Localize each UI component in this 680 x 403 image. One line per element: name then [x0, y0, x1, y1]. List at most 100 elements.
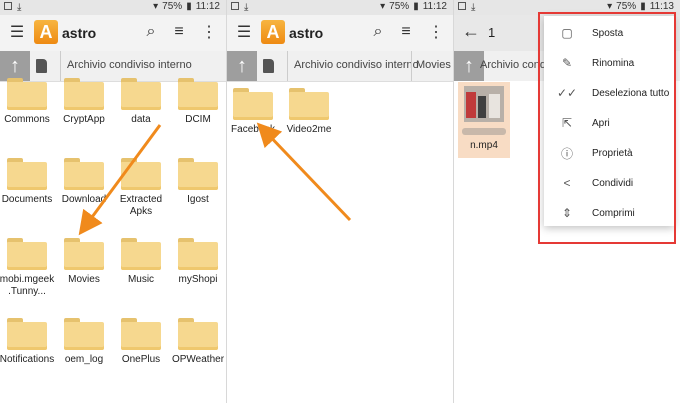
back-arrow-icon[interactable]: ←: [462, 21, 480, 42]
status-bar: ⤓ ▾ 75% ▮ 11:13: [454, 0, 680, 15]
astro-logo-icon: A: [34, 20, 58, 44]
crumb-divider: [411, 51, 412, 81]
folder-item-oneplus[interactable]: OnePlus: [113, 318, 169, 366]
open-external-icon: ⇱: [561, 116, 573, 130]
folder-item-extracted-apks[interactable]: Extracted Apks: [113, 158, 169, 218]
battery-icon: ▮: [413, 1, 419, 12]
breadcrumb-storage[interactable]: Archivio condiviso interno: [294, 59, 419, 71]
folder-icon: [7, 318, 47, 350]
up-arrow-icon[interactable]: ↑: [227, 51, 257, 81]
folder-icon: [233, 88, 273, 120]
selection-count: 1: [488, 25, 496, 40]
folder-icon: [178, 78, 218, 110]
notification-icon: [231, 2, 239, 10]
folder-label: Commons: [4, 114, 50, 125]
download-icon: ⤓: [244, 2, 249, 13]
folder-item-opweather[interactable]: OPWeather: [170, 318, 226, 366]
folder-grid: Commons CryptApp data DCIM Documents Download…: [0, 78, 226, 403]
folder-icon: [178, 238, 218, 270]
filter-icon[interactable]: ≡: [168, 21, 190, 43]
app-title: astro: [62, 25, 97, 41]
folder-item-download[interactable]: Download: [56, 158, 112, 206]
battery-icon: ▮: [186, 1, 192, 12]
notification-icon: [458, 2, 466, 10]
video-thumbnail: [464, 86, 504, 122]
selected-file[interactable]: n.mp4: [458, 82, 510, 158]
app-bar: ☰ A astro ⌕ ≡ ⋮: [227, 15, 453, 51]
folder-label: data: [131, 114, 151, 125]
menu-item-label: Sposta: [592, 27, 624, 39]
folder-item-data[interactable]: data: [113, 78, 169, 126]
folder-item-commons[interactable]: Commons: [0, 78, 55, 126]
blurred-filename: [462, 128, 506, 135]
menu-item-label: Rinomina: [592, 57, 635, 69]
wifi-icon: ▾: [153, 1, 159, 12]
battery-label: 75%: [616, 1, 637, 12]
app-title: astro: [289, 25, 324, 41]
folder-icon: [7, 78, 47, 110]
folder-label: Notifications: [0, 354, 55, 365]
filter-icon[interactable]: ≡: [395, 21, 417, 43]
folder-label: Igost: [187, 194, 209, 205]
menu-item-label: Comprimi: [592, 207, 635, 219]
info-icon: ⓘ: [560, 146, 573, 161]
folder-item-facebook[interactable]: Facebook: [227, 88, 281, 136]
breadcrumb-movies[interactable]: Movies: [416, 59, 451, 71]
folder-label: Download: [61, 194, 107, 205]
more-options-icon[interactable]: ⋮: [198, 21, 220, 43]
crumb-divider: [60, 51, 61, 81]
folder-item-documents[interactable]: Documents: [0, 158, 55, 206]
search-icon[interactable]: ⌕: [367, 21, 389, 43]
path-bar: ↑ Archivio condiviso interno Movies: [227, 51, 453, 82]
folder-icon: [121, 318, 161, 350]
clock: 11:12: [422, 1, 447, 12]
folder-label: myShopi: [178, 274, 218, 285]
hamburger-menu-icon[interactable]: ☰: [6, 21, 28, 43]
folder-label: Movies: [68, 274, 100, 285]
folder-icon: [7, 158, 47, 190]
context-menu: ▢ Sposta ✎ Rinomina ✓✓ Deseleziona tutto ⇱ Apri…: [544, 16, 674, 226]
folder-item-mobi-mgeek-tunny[interactable]: mobi.mgeek.Tunny...: [0, 238, 55, 298]
menu-item-deseleziona-tutto[interactable]: ✓✓ Deseleziona tutto: [544, 78, 674, 108]
folder-label: OnePlus: [121, 354, 161, 365]
clock: 11:12: [195, 1, 220, 12]
folder-item-myshopi[interactable]: myShopi: [170, 238, 226, 286]
folder-item-cryptapp[interactable]: CryptApp: [56, 78, 112, 126]
folder-item-igost[interactable]: Igost: [170, 158, 226, 206]
folder-item-dcim[interactable]: DCIM: [170, 78, 226, 126]
menu-item-sposta[interactable]: ▢ Sposta: [544, 18, 674, 48]
folder-label: mobi.mgeek.Tunny...: [0, 274, 55, 297]
folder-icon: [289, 88, 329, 120]
battery-icon: ▮: [640, 1, 646, 12]
menu-item-condividi[interactable]: < Condividi: [544, 168, 674, 198]
hamburger-menu-icon[interactable]: ☰: [233, 21, 255, 43]
folder-icon: [121, 238, 161, 270]
folder-label: Music: [127, 274, 155, 285]
move-icon: ▢: [561, 26, 573, 40]
up-arrow-icon[interactable]: ↑: [0, 51, 30, 81]
folder-item-video2me[interactable]: Video2me: [281, 88, 337, 136]
folder-label: Documents: [1, 194, 53, 205]
sd-card-icon: [36, 59, 47, 73]
folder-item-music[interactable]: Music: [113, 238, 169, 286]
download-icon: ⤓: [17, 2, 22, 13]
breadcrumb-storage[interactable]: Archivio condiviso interno: [67, 59, 192, 71]
menu-item-rinomina[interactable]: ✎ Rinomina: [544, 48, 674, 78]
folder-label: Facebook: [231, 124, 275, 135]
menu-item-comprimi[interactable]: ⇕ Comprimi: [544, 198, 674, 228]
folder-icon: [178, 318, 218, 350]
wifi-icon: ▾: [380, 1, 386, 12]
file-browser-panel-middle: ⤓ ▾ 75% ▮ 11:12 ☰ A astro ⌕ ≡ ⋮ ↑ Archivio …: [227, 0, 453, 403]
folder-grid: Facebook Video2me: [227, 82, 453, 403]
share-icon: <: [563, 176, 571, 190]
battery-label: 75%: [162, 1, 183, 12]
folder-item-notifications[interactable]: Notifications: [0, 318, 55, 366]
menu-item-apri[interactable]: ⇱ Apri: [544, 108, 674, 138]
more-options-icon[interactable]: ⋮: [425, 21, 447, 43]
menu-item-label: Deseleziona tutto: [592, 87, 670, 99]
search-icon[interactable]: ⌕: [140, 21, 162, 43]
folder-item-movies[interactable]: Movies: [56, 238, 112, 286]
folder-item-oem-log[interactable]: oem_log: [56, 318, 112, 366]
app-bar: ☰ A astro ⌕ ≡ ⋮: [0, 15, 226, 51]
menu-item-propriet[interactable]: ⓘ Proprietà: [544, 138, 674, 168]
